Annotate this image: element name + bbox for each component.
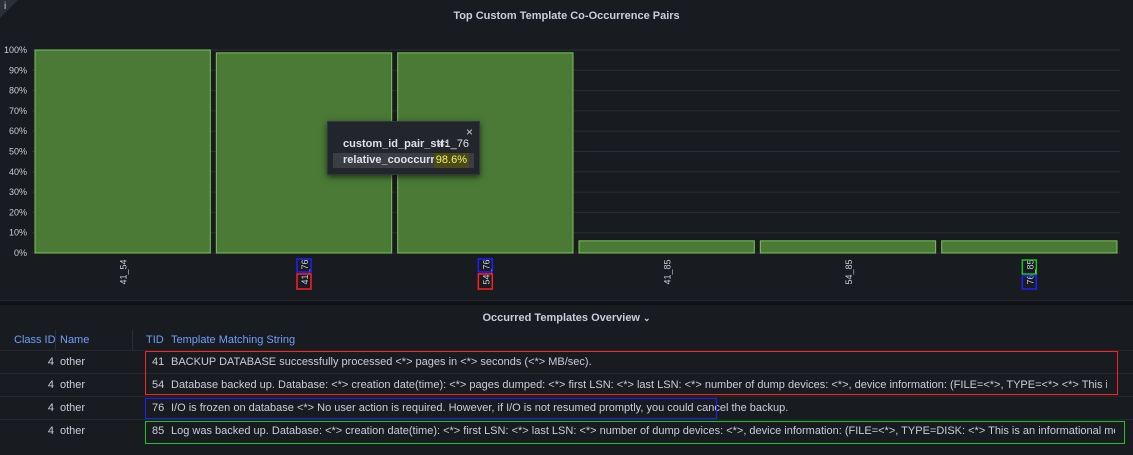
x-tick-label: 76_85 (1025, 259, 1035, 284)
y-tick-label: 40% (9, 167, 27, 177)
y-tick-label: 80% (9, 86, 27, 96)
column-header-tid[interactable]: TID (146, 334, 164, 346)
column-header-name[interactable]: Name (60, 334, 89, 346)
y-tick-label: 20% (9, 207, 27, 217)
highlight-box-red (145, 351, 1118, 395)
y-tick-label: 10% (9, 228, 27, 238)
y-tick-label: 30% (9, 187, 27, 197)
table-panel: Occurred Templates Overview ⌄ Class ID Na… (0, 305, 1133, 455)
y-tick-label: 90% (9, 65, 27, 75)
cell-class-id: 4 (47, 402, 54, 414)
column-divider (55, 330, 56, 350)
tooltip-row: custom_id_pair_str: 41_76 (333, 137, 474, 152)
x-tick-label: 41_54 (119, 259, 129, 284)
cell-class-id: 4 (47, 425, 54, 437)
chart-panel: i Top Custom Template Co-Occurrence Pair… (0, 0, 1133, 301)
table-title[interactable]: Occurred Templates Overview ⌄ (0, 312, 1133, 324)
cell-name: other (60, 402, 86, 414)
chart-tooltip: × custom_id_pair_str: 41_76 relative_coo… (327, 121, 480, 175)
highlight-box-green (145, 421, 1125, 444)
column-divider (132, 330, 133, 350)
tooltip-row-highlighted: relative_cooccurrence: 98.6% (333, 153, 474, 168)
cell-name: other (60, 379, 86, 391)
y-tick-label: 0% (14, 248, 27, 258)
y-tick-label: 100% (4, 45, 27, 55)
column-header-template[interactable]: Template Matching String (171, 334, 295, 346)
row-divider (0, 396, 1133, 397)
chevron-down-icon[interactable]: ⌄ (643, 313, 651, 323)
bar-chart: 0% 10% 20% 30% 40% 50% 60% 70% 80% 90% 100% 41_54 41… (4, 45, 1120, 290)
table-title-text: Occurred Templates Overview (482, 312, 640, 324)
cell-class-id: 4 (47, 379, 54, 391)
row-divider (0, 419, 1133, 420)
highlight-box-blue (145, 398, 717, 419)
bar[interactable] (578, 240, 755, 254)
y-tick-label: 50% (9, 147, 27, 157)
cell-name: other (60, 356, 86, 368)
x-tick-label: 41_85 (663, 259, 673, 284)
scrollbar[interactable] (1125, 305, 1131, 455)
column-header-class-id[interactable]: Class ID (14, 334, 56, 346)
bar[interactable] (34, 49, 211, 254)
x-tick-label: 54_85 (844, 259, 854, 284)
tooltip-key: custom_id_pair_str: (343, 138, 449, 150)
y-tick-label: 60% (9, 126, 27, 136)
tooltip-value: 98.6% (433, 153, 469, 168)
y-tick-label: 70% (9, 106, 27, 116)
tooltip-value: 41_76 (438, 138, 469, 150)
bar[interactable] (759, 240, 937, 254)
cell-name: other (60, 425, 86, 437)
cell-class-id: 4 (47, 356, 54, 368)
bar[interactable] (941, 240, 1118, 254)
